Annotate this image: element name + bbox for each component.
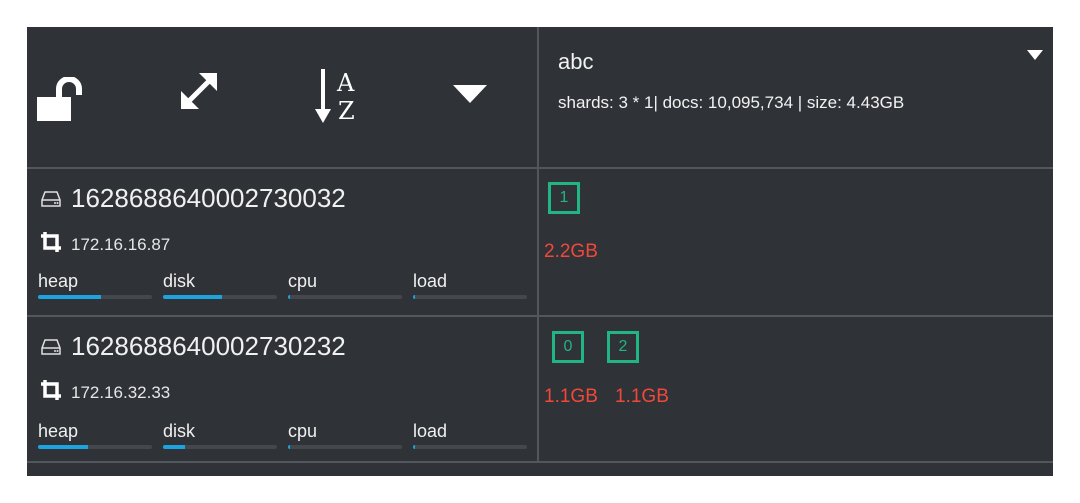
- metric-label: disk: [163, 421, 196, 441]
- index-name[interactable]: abc: [558, 49, 593, 75]
- cpu-metric: cpu: [288, 271, 402, 299]
- hard-drive-icon: [41, 331, 61, 362]
- load-metric: load: [413, 421, 527, 449]
- heap-bar: [38, 445, 152, 449]
- crop-icon: [41, 380, 61, 405]
- heap-metric: heap: [38, 271, 152, 299]
- bar-fill: [288, 295, 291, 299]
- metric-label: cpu: [288, 421, 318, 441]
- shard-box[interactable]: 2: [607, 331, 639, 363]
- cpu-bar: [288, 295, 402, 299]
- row-divider: [27, 315, 1053, 317]
- metric-label: disk: [163, 271, 196, 291]
- cpu-metric: cpu: [288, 421, 402, 449]
- crop-icon: [41, 232, 61, 257]
- hard-drive-icon: [41, 183, 61, 214]
- disk-metric: disk: [163, 421, 277, 449]
- bar-fill: [163, 295, 223, 299]
- bar-fill: [38, 295, 101, 299]
- cpu-bar: [288, 445, 402, 449]
- shard-box[interactable]: 0: [552, 331, 584, 363]
- caret-down-icon[interactable]: [453, 85, 487, 103]
- shard-size: 1.1GB: [615, 386, 669, 407]
- shard-box[interactable]: 1: [548, 182, 580, 214]
- disk-bar: [163, 445, 277, 449]
- node-name[interactable]: 1628688640002730232: [41, 331, 346, 362]
- shard-size: 2.2GB: [544, 241, 598, 262]
- expand-icon[interactable]: [175, 67, 223, 115]
- node-name[interactable]: 1628688640002730032: [41, 183, 346, 214]
- column-divider: [537, 27, 539, 463]
- row-divider: [27, 167, 1053, 169]
- shard-size: 1.1GB: [544, 386, 598, 407]
- metric-label: heap: [38, 271, 79, 291]
- metric-label: cpu: [288, 271, 318, 291]
- index-stats: shards: 3 * 1| docs: 10,095,734 | size: …: [558, 93, 905, 112]
- sort-alpha-icon[interactable]: A Z: [315, 63, 365, 127]
- bar-fill: [413, 445, 416, 449]
- load-metric: load: [413, 271, 527, 299]
- heap-bar: [38, 295, 152, 299]
- row-divider: [27, 461, 1053, 463]
- unlock-icon[interactable]: [37, 77, 91, 121]
- bar-fill: [163, 445, 185, 449]
- bar-fill: [288, 445, 291, 449]
- svg-text:Z: Z: [338, 97, 355, 125]
- disk-metric: disk: [163, 271, 277, 299]
- node-ip: 172.16.16.87: [41, 232, 170, 257]
- bar-fill: [413, 295, 416, 299]
- disk-bar: [163, 295, 277, 299]
- load-bar: [413, 295, 527, 299]
- metric-label: heap: [38, 421, 79, 441]
- cluster-overview-panel: A Z abc shards: 3 * 1| docs: 10,095,734 …: [27, 27, 1053, 476]
- metric-label: load: [413, 421, 448, 441]
- heap-metric: heap: [38, 421, 152, 449]
- svg-text:A: A: [336, 69, 355, 97]
- index-menu-caret-icon[interactable]: [1027, 47, 1043, 65]
- bar-fill: [38, 445, 89, 449]
- node-ip: 172.16.32.33: [41, 380, 170, 405]
- metric-label: load: [413, 271, 448, 291]
- load-bar: [413, 445, 527, 449]
